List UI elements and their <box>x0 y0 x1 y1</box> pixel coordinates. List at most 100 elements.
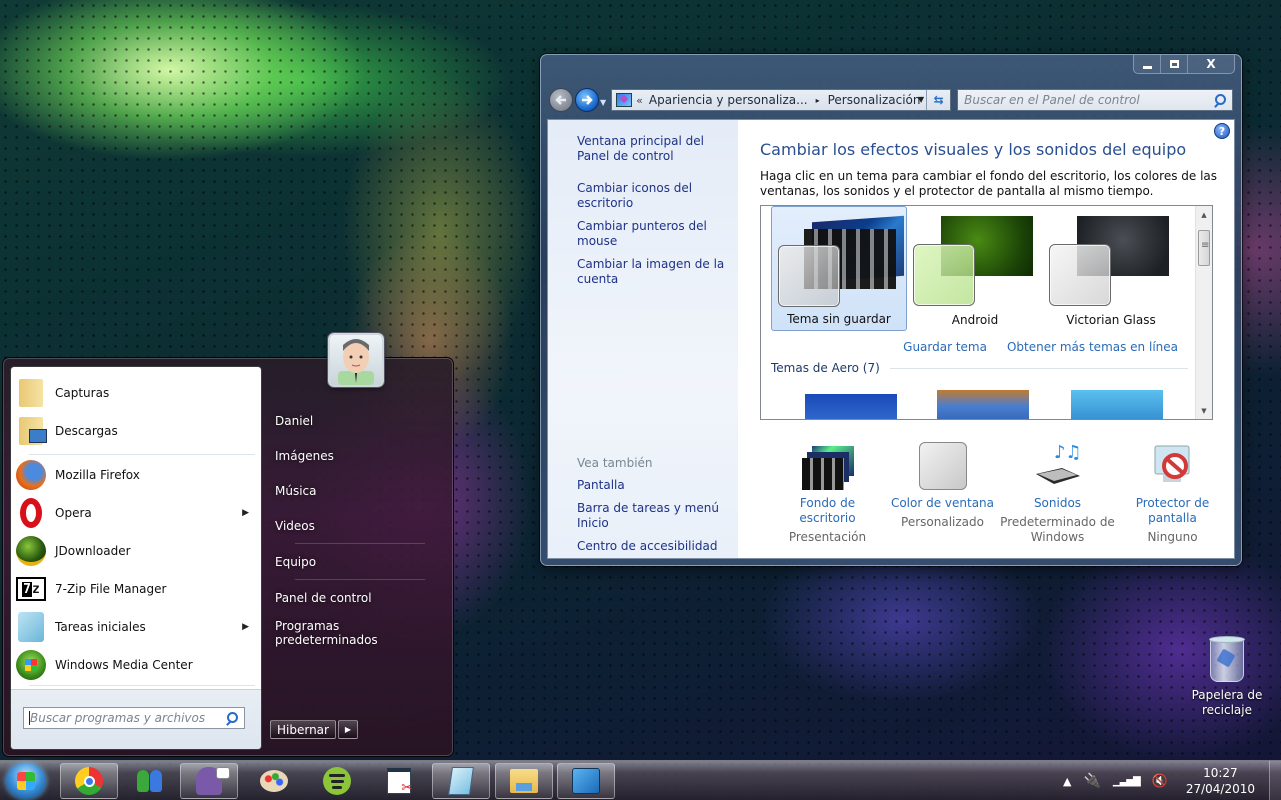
forward-button[interactable] <box>575 88 599 112</box>
item-label: 7-Zip File Manager <box>55 582 167 596</box>
network-signal-icon[interactable]: ▁▃▅▇ <box>1113 776 1141 787</box>
themes-scrollbar[interactable]: ▲ ▼ <box>1195 206 1212 419</box>
link-change-mouse-pointers[interactable]: Cambiar punteros del mouse <box>577 219 728 249</box>
taskbar-control-panel[interactable] <box>557 763 615 799</box>
theme-victorian-glass[interactable]: Victorian Glass <box>1043 206 1179 331</box>
program-7zip[interactable]: 7z 7-Zip File Manager <box>15 571 259 607</box>
submenu-arrow-icon[interactable]: ▶ <box>242 508 249 518</box>
place-music[interactable]: Música <box>275 473 445 508</box>
scroll-thumb[interactable] <box>1198 230 1210 266</box>
recent-pages-dropdown[interactable]: ▼ <box>600 98 606 107</box>
windows-logo-icon <box>17 772 35 790</box>
setting-window-color[interactable]: Color de ventana Personalizado <box>885 438 1000 545</box>
see-also-heading: Vea también <box>577 456 653 470</box>
save-theme-link[interactable]: Guardar tema <box>903 340 987 354</box>
taskbar-explorer[interactable] <box>495 763 553 799</box>
link-display[interactable]: Pantalla <box>577 478 738 493</box>
scroll-up-icon[interactable]: ▲ <box>1196 206 1212 223</box>
aero-theme-thumbnail[interactable] <box>937 390 1029 419</box>
place-computer[interactable]: Equipo <box>275 544 445 579</box>
refresh-button[interactable]: ⇆ <box>926 90 950 110</box>
breadcrumb-separator-icon[interactable]: ▸ <box>816 96 820 105</box>
aero-theme-thumbnail[interactable] <box>1071 390 1163 419</box>
firefox-icon <box>15 459 47 491</box>
theme-unsaved[interactable]: Tema sin guardar <box>771 206 907 331</box>
power-icon[interactable]: 🔌 <box>1083 773 1100 789</box>
recycle-bin[interactable]: Papelera de reciclaje <box>1190 636 1264 718</box>
screensaver-link[interactable]: Protector de pantalla <box>1115 496 1230 526</box>
window-color-icon <box>885 438 1000 490</box>
link-taskbar-start-menu[interactable]: Barra de tareas y menú Inicio <box>577 501 738 531</box>
breadcrumb-appearance[interactable]: Apariencia y personaliza... <box>649 93 808 107</box>
scroll-down-icon[interactable]: ▼ <box>1196 402 1212 419</box>
power-options-arrow-icon[interactable]: ▶ <box>337 720 358 739</box>
setting-screensaver[interactable]: Protector de pantalla Ninguno <box>1115 438 1230 545</box>
item-label: JDownloader <box>55 544 131 558</box>
taskbar-chrome[interactable] <box>60 763 118 799</box>
close-button[interactable]: X <box>1188 55 1234 73</box>
control-panel-search-input[interactable]: Buscar en el Panel de control <box>957 89 1233 111</box>
pinned-item-descargas[interactable]: Descargas <box>15 413 259 449</box>
setting-desktop-background[interactable]: Fondo de escritorio Presentación <box>770 438 885 545</box>
pinned-item-capturas[interactable]: Capturas <box>15 375 259 411</box>
taskbar-pidgin[interactable] <box>180 763 238 799</box>
link-ease-of-access[interactable]: Centro de accesibilidad <box>577 539 738 554</box>
taskbar-snipping-tool[interactable]: ✂ <box>370 763 428 799</box>
show-hidden-icons-icon[interactable]: ▲ <box>1063 775 1071 788</box>
program-getting-started[interactable]: Tareas iniciales ▶ <box>15 609 259 645</box>
power-controls: Hibernar ▶ <box>270 720 358 739</box>
paint-icon <box>260 770 288 792</box>
start-menu-places-pane: Daniel Imágenes Música Videos Equipo Pan… <box>275 403 445 650</box>
hibernate-button[interactable]: Hibernar <box>270 720 336 739</box>
link-control-panel-home[interactable]: Ventana principal del Panel de control <box>577 134 728 164</box>
minimize-button[interactable] <box>1134 55 1161 73</box>
place-videos[interactable]: Videos <box>275 508 445 543</box>
search-placeholder: Buscar en el Panel de control <box>964 93 1140 107</box>
clock[interactable]: 10:27 27/04/2010 <box>1186 765 1255 797</box>
breadcrumb-personalization[interactable]: Personalización <box>828 93 921 107</box>
theme-label: Tema sin guardar <box>787 312 891 326</box>
theme-glass-color-swatch <box>913 244 975 306</box>
menu-separator <box>29 454 255 455</box>
start-button[interactable] <box>6 763 46 799</box>
program-jdownloader[interactable]: JDownloader <box>15 533 259 569</box>
place-default-programs[interactable]: Programas predeterminados <box>275 615 445 650</box>
search-icon[interactable] <box>1213 93 1226 107</box>
start-search-area: Buscar programas y archivos <box>11 689 261 749</box>
search-icon[interactable] <box>225 711 238 725</box>
place-user[interactable]: Daniel <box>275 403 445 438</box>
back-button[interactable] <box>549 88 573 112</box>
media-center-icon <box>15 649 47 681</box>
program-media-center[interactable]: Windows Media Center <box>15 647 259 683</box>
user-avatar[interactable] <box>328 333 384 387</box>
link-change-desktop-icons[interactable]: Cambiar iconos del escritorio <box>577 181 728 211</box>
submenu-arrow-icon[interactable]: ▶ <box>242 622 249 632</box>
show-desktop-button[interactable] <box>1269 761 1281 800</box>
window-color-link[interactable]: Color de ventana <box>885 496 1000 511</box>
taskbar-paint[interactable] <box>245 763 303 799</box>
volume-muted-icon[interactable]: 🔇 <box>1152 774 1168 789</box>
sounds-link[interactable]: Sonidos <box>1000 496 1115 511</box>
link-change-account-picture[interactable]: Cambiar la imagen de la cuenta <box>577 257 728 287</box>
taskbar-spotify[interactable] <box>308 763 366 799</box>
setting-sounds[interactable]: ♪♫ Sonidos Predeterminado de Windows <box>1000 438 1115 545</box>
downloads-folder-icon <box>15 415 47 447</box>
desktop-background-link[interactable]: Fondo de escritorio <box>770 496 885 526</box>
address-overflow-chevron[interactable]: « <box>636 94 643 107</box>
aero-theme-thumbnail[interactable] <box>805 394 897 419</box>
theme-glass-color-swatch <box>778 245 840 307</box>
address-dropdown-icon[interactable]: ▼ <box>918 95 924 104</box>
theme-android[interactable]: Android <box>907 206 1043 331</box>
maximize-button[interactable] <box>1161 55 1188 73</box>
place-control-panel[interactable]: Panel de control <box>275 580 445 615</box>
place-pictures[interactable]: Imágenes <box>275 438 445 473</box>
program-firefox[interactable]: Mozilla Firefox <box>15 457 259 493</box>
taskbar-messenger[interactable] <box>120 763 178 799</box>
help-icon[interactable]: ? <box>1214 123 1230 139</box>
get-more-themes-link[interactable]: Obtener más temas en línea <box>1007 340 1178 354</box>
start-search-input[interactable]: Buscar programas y archivos <box>23 707 245 729</box>
window-color-value: Personalizado <box>901 515 984 529</box>
address-bar[interactable]: « Apariencia y personaliza... ▸ Personal… <box>611 89 952 111</box>
taskbar-notepad[interactable] <box>432 763 490 799</box>
program-opera[interactable]: Opera ▶ <box>15 495 259 531</box>
